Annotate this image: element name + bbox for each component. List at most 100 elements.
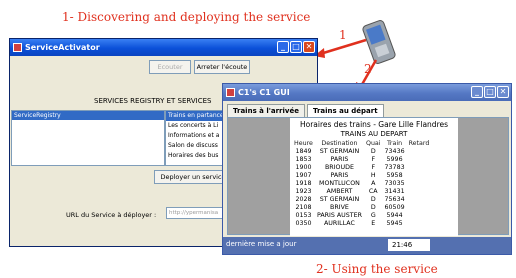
table-row: 2108 BRIVE D 60509: [292, 204, 431, 212]
table-row: 1900 BRIOUDE F 73783: [292, 164, 431, 172]
table-cell: 1849: [295, 148, 312, 155]
url-label: URL du Service à déployer :: [66, 211, 157, 219]
table-cell: CA: [368, 188, 378, 195]
minimize-icon[interactable]: _: [277, 41, 289, 53]
table-header-row: Heure Destination Quai Train Retard: [292, 140, 431, 148]
table-cell: 1900: [295, 164, 312, 171]
deploy-service-button[interactable]: Deployer un service: [154, 170, 232, 184]
column-header: Quai: [365, 140, 381, 147]
close-icon[interactable]: ✕: [303, 41, 315, 53]
table-cell: AMBERT: [326, 188, 353, 195]
table-cell: PARIS: [330, 172, 349, 179]
table-cell: 5944: [386, 212, 403, 219]
minimize-icon[interactable]: _: [471, 86, 483, 98]
table-cell: MONTLUCON: [319, 180, 360, 187]
table-cell: 1923: [295, 188, 312, 195]
table-cell: G: [370, 212, 376, 219]
step-1-label: 1: [339, 28, 347, 42]
table-cell: [407, 220, 432, 228]
registry-title: SERVICES REGISTRY ET SERVICES: [94, 97, 212, 105]
app-icon: [13, 43, 22, 52]
table-cell: D: [370, 148, 376, 155]
table-row: 1918 MONTLUCON A 73035: [292, 180, 431, 188]
table-row: 1923 AMBERT CA 31431: [292, 188, 431, 196]
tab-departures[interactable]: Trains au départ: [306, 104, 384, 117]
board-title: Horaires des trains - Gare Lille Flandre…: [299, 120, 449, 129]
registry-item[interactable]: ServiceRegistry: [12, 111, 164, 120]
table-cell: PARIS AUSTER: [316, 212, 362, 219]
step-2-label: 2: [364, 62, 372, 76]
table-row: 2028 ST GERMAIN D 75634: [292, 196, 431, 204]
table-row: 1853 PARIS F 5996: [292, 156, 431, 164]
c1-gui-window: C1's C1 GUI _ □ ✕ Trains à l'arrivée Tra…: [222, 83, 512, 255]
gui-titlebar: C1's C1 GUI _ □ ✕: [223, 84, 511, 101]
tab-arrivals[interactable]: Trains à l'arrivée: [227, 104, 305, 117]
table-cell: 1853: [295, 156, 312, 163]
table-cell: 5945: [386, 220, 403, 227]
table-cell: ST GERMAIN: [319, 148, 360, 155]
caption-using: 2- Using the service: [316, 262, 438, 276]
last-update-time: 21:46: [388, 239, 430, 251]
table-cell: H: [370, 172, 376, 179]
table-cell: 73035: [384, 180, 405, 187]
table-cell: D: [370, 204, 376, 211]
registry-list[interactable]: ServiceRegistry: [11, 110, 165, 166]
table-cell: 1907: [295, 172, 312, 179]
app-icon: [226, 88, 235, 97]
table-cell: [407, 164, 432, 172]
table-cell: 31431: [384, 188, 405, 195]
table-cell: [407, 196, 432, 204]
departure-board: Horaires des trains - Gare Lille Flandre…: [290, 118, 458, 236]
table-cell: [407, 204, 432, 212]
table-cell: 75634: [384, 196, 405, 203]
table-cell: 60509: [384, 204, 405, 211]
table-cell: [407, 180, 432, 188]
departures-table: Heure Destination Quai Train Retard 1849…: [292, 140, 431, 228]
column-header: Destination: [321, 140, 358, 147]
maximize-icon[interactable]: □: [484, 86, 496, 98]
table-cell: BRIVE: [330, 204, 349, 211]
listen-button[interactable]: Ecouter: [149, 60, 191, 74]
table-cell: A: [371, 180, 376, 187]
table-cell: F: [371, 164, 376, 171]
column-header: Retard: [408, 140, 430, 147]
table-cell: 5996: [386, 156, 403, 163]
column-header: Train: [387, 140, 403, 147]
table-row: 0153 PARIS AUSTER G 5944: [292, 212, 431, 220]
table-cell: AURILLAC: [324, 220, 355, 227]
table-cell: D: [370, 196, 376, 203]
table-row: 1849 ST GERMAIN D 73436: [292, 148, 431, 156]
table-cell: E: [371, 220, 376, 227]
table-cell: 2028: [295, 196, 312, 203]
table-cell: BRIOUDE: [324, 164, 354, 171]
close-icon[interactable]: ✕: [497, 86, 509, 98]
table-cell: [407, 156, 432, 164]
table-cell: 0153: [295, 212, 312, 219]
table-cell: [407, 188, 432, 196]
window-title: ServiceActivator: [25, 43, 100, 52]
table-cell: [407, 148, 432, 156]
table-row: 1907 PARIS H 5958: [292, 172, 431, 180]
table-cell: 73436: [384, 148, 405, 155]
table-cell: 2108: [295, 204, 312, 211]
table-cell: [407, 212, 432, 220]
column-header: Heure: [294, 140, 313, 147]
departure-board-panel: Horaires des trains - Gare Lille Flandre…: [227, 117, 509, 236]
table-cell: 73783: [384, 164, 405, 171]
board-subtitle: TRAINS AU DEPART: [340, 130, 408, 138]
maximize-icon[interactable]: □: [290, 41, 302, 53]
last-update-label: dernière mise a jour: [226, 240, 297, 248]
table-cell: F: [371, 156, 376, 163]
table-cell: ST GERMAIN: [319, 196, 360, 203]
table-cell: 5958: [386, 172, 403, 179]
status-bar: dernière mise a jour 21:46: [223, 237, 511, 254]
activator-titlebar: ServiceActivator _ □ ✕: [10, 39, 317, 56]
table-row: 0350 AURILLAC E 5945: [292, 220, 431, 228]
caption-discovering: 1- Discovering and deploying the service: [62, 10, 311, 24]
table-cell: 0350: [295, 220, 312, 227]
table-cell: 1918: [295, 180, 312, 187]
stop-listening-button[interactable]: Arreter l'écoute: [194, 60, 250, 74]
window-title: C1's C1 GUI: [238, 88, 290, 97]
table-cell: PARIS: [330, 156, 349, 163]
table-cell: [407, 172, 432, 180]
